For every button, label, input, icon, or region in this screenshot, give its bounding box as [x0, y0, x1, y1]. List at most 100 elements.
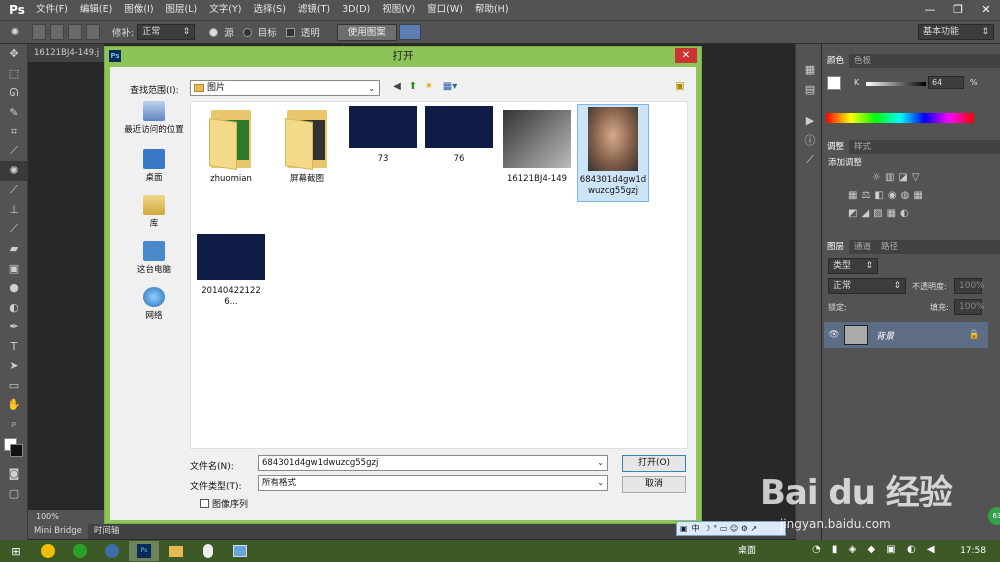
foreground-swatch[interactable] — [827, 76, 841, 90]
blend-mode-select[interactable]: 正常 ⇕ — [828, 278, 906, 294]
tab-paths[interactable]: 路径 — [876, 240, 903, 254]
patch-mode-select[interactable]: 正常 ⇕ — [137, 24, 196, 40]
taskbar-qq-icon[interactable] — [193, 541, 223, 561]
dodge-tool-icon[interactable]: ◐ — [0, 298, 28, 318]
place-desktop[interactable]: 桌面 — [118, 149, 190, 183]
lasso-tool-icon[interactable]: ᘏ — [0, 83, 28, 103]
close-icon[interactable]: ✕ — [972, 0, 1000, 20]
menu-3d[interactable]: 3D(D) — [336, 0, 376, 20]
zoom-tool-icon[interactable]: ⌕ — [0, 415, 28, 435]
tab-mini-bridge[interactable]: Mini Bridge — [28, 524, 88, 539]
minimize-icon[interactable]: — — [916, 0, 944, 20]
subtract-selection-icon[interactable] — [68, 24, 82, 40]
filetype-select[interactable]: 所有格式 ⌄ — [258, 475, 608, 491]
taskbar-app-icon[interactable] — [97, 541, 127, 561]
place-library[interactable]: 库 — [118, 195, 190, 229]
back-icon[interactable]: ◀ — [391, 81, 403, 93]
intersect-selection-icon[interactable] — [86, 24, 100, 40]
menu-help[interactable]: 帮助(H) — [469, 0, 515, 20]
menu-edit[interactable]: 编辑(E) — [74, 0, 118, 20]
adjustment-icons-row3[interactable]: ◩◢▨▦◐ — [848, 208, 913, 219]
brush-panel-icon[interactable]: ⟋ — [796, 150, 824, 170]
file-item[interactable]: 201404221226... — [195, 228, 267, 308]
file-item-selected[interactable]: 684301d4gw1dwuzcg55gzj — [577, 104, 649, 202]
cancel-button[interactable]: 取消 — [622, 476, 686, 493]
info-panel-icon[interactable]: ⓘ — [796, 131, 824, 151]
blur-tool-icon[interactable]: ● — [0, 278, 28, 298]
clock[interactable]: 17:58 — [960, 540, 986, 562]
fill-input[interactable]: 100% — [954, 299, 985, 315]
gradient-tool-icon[interactable]: ▣ — [0, 259, 28, 279]
place-network[interactable]: 网络 — [118, 287, 190, 321]
tab-layers[interactable]: 图层 — [822, 240, 850, 254]
tab-timeline[interactable]: 时间轴 — [88, 524, 126, 539]
restore-icon[interactable]: ❐ — [944, 0, 972, 20]
history-brush-icon[interactable]: ⟋ — [0, 220, 28, 240]
layer-filter-select[interactable]: 类型 ⇕ — [828, 258, 878, 274]
taskbar-explorer-icon[interactable] — [161, 541, 191, 561]
type-tool-icon[interactable]: T — [0, 337, 28, 357]
file-item[interactable]: zhuomian — [195, 106, 267, 185]
menu-file[interactable]: 文件(F) — [30, 0, 74, 20]
actions-panel-icon[interactable]: ▶ — [796, 111, 824, 131]
recent-folder-icon[interactable]: ▣ — [674, 81, 686, 93]
menu-layer[interactable]: 图层(L) — [160, 0, 204, 20]
pen-tool-icon[interactable]: ✒ — [0, 317, 28, 337]
quick-mask-icon[interactable]: ◙ — [0, 464, 28, 484]
eraser-tool-icon[interactable]: ▰ — [0, 239, 28, 259]
new-folder-icon[interactable]: ✶ — [423, 81, 435, 93]
dialog-close-button[interactable]: ✕ — [675, 48, 697, 63]
menu-type[interactable]: 文字(Y) — [203, 0, 247, 20]
layer-row[interactable]: 👁 背景 🔒 — [824, 322, 988, 348]
color-ramp[interactable] — [826, 113, 974, 123]
k-slider[interactable] — [866, 82, 926, 86]
ime-tools-icon[interactable]: ☽ ° ▭ ☺ ⚙ ↗ — [704, 524, 758, 533]
source-radio[interactable] — [209, 27, 219, 37]
brush-tool-icon[interactable]: ⟋ — [0, 181, 28, 201]
menu-window[interactable]: 窗口(W) — [421, 0, 469, 20]
pattern-picker-icon[interactable] — [398, 24, 421, 40]
image-sequence-option[interactable]: 图像序列 — [200, 497, 248, 510]
filename-input[interactable]: 684301d4gw1dwuzcg55gzj ⌄ — [258, 455, 608, 471]
color-swatches[interactable] — [0, 434, 28, 464]
eyedropper-tool-icon[interactable]: ⟋ — [0, 142, 28, 162]
file-item[interactable]: 16121BJ4-149 — [501, 106, 573, 185]
adjustment-icons-row2[interactable]: ▦⚖◧◉◍▦ — [848, 190, 927, 201]
tab-adjustments[interactable]: 调整 — [822, 140, 850, 154]
crop-tool-icon[interactable]: ⌗ — [0, 122, 28, 142]
shape-tool-icon[interactable]: ▭ — [0, 376, 28, 396]
visibility-eye-icon[interactable]: 👁 — [824, 330, 844, 340]
add-selection-icon[interactable] — [50, 24, 64, 40]
adjustment-icons-row1[interactable]: ☼▥◪▽ — [872, 172, 924, 183]
k-value-input[interactable]: 64 — [928, 76, 964, 89]
file-item[interactable]: 屏幕截图 — [271, 106, 343, 185]
hand-tool-icon[interactable]: ✋ — [0, 395, 28, 415]
patch-tool-icon[interactable]: ✺ — [0, 27, 30, 38]
taskbar-photoshop-icon[interactable]: Ps — [129, 541, 159, 561]
desktop-toolbar-label[interactable]: 桌面 — [738, 540, 756, 562]
ime-mode[interactable]: 中 — [692, 523, 700, 534]
menu-view[interactable]: 视图(V) — [376, 0, 421, 20]
taskbar-app-icon[interactable] — [33, 541, 63, 561]
stamp-tool-icon[interactable]: ⊥ — [0, 200, 28, 220]
open-button[interactable]: 打开(O) — [622, 455, 686, 472]
screen-mode-icon[interactable]: ▢ — [0, 484, 28, 504]
start-button-icon[interactable]: ⊞ — [1, 541, 31, 561]
up-folder-icon[interactable]: ⬆ — [407, 81, 419, 93]
file-item[interactable]: 76 — [423, 106, 495, 165]
path-select-tool-icon[interactable]: ➤ — [0, 356, 28, 376]
taskbar-app-icon[interactable] — [225, 541, 255, 561]
image-sequence-checkbox[interactable] — [200, 499, 209, 508]
workspace-select[interactable]: 基本功能 ⇕ — [918, 24, 994, 40]
menu-image[interactable]: 图像(I) — [118, 0, 159, 20]
place-recent[interactable]: 最近访问的位置 — [118, 101, 190, 135]
menu-filter[interactable]: 滤镜(T) — [292, 0, 336, 20]
document-tab[interactable]: 16121BJ4-149.j — [28, 44, 104, 62]
quick-select-tool-icon[interactable]: ✎ — [0, 103, 28, 123]
file-item[interactable]: 73 — [347, 106, 419, 165]
place-this-pc[interactable]: 这台电脑 — [118, 241, 190, 275]
tab-styles[interactable]: 样式 — [849, 140, 876, 154]
opacity-input[interactable]: 100% — [954, 278, 985, 294]
view-menu-icon[interactable]: ▦▾ — [440, 81, 460, 93]
use-pattern-button[interactable]: 使用图案 — [336, 23, 397, 41]
